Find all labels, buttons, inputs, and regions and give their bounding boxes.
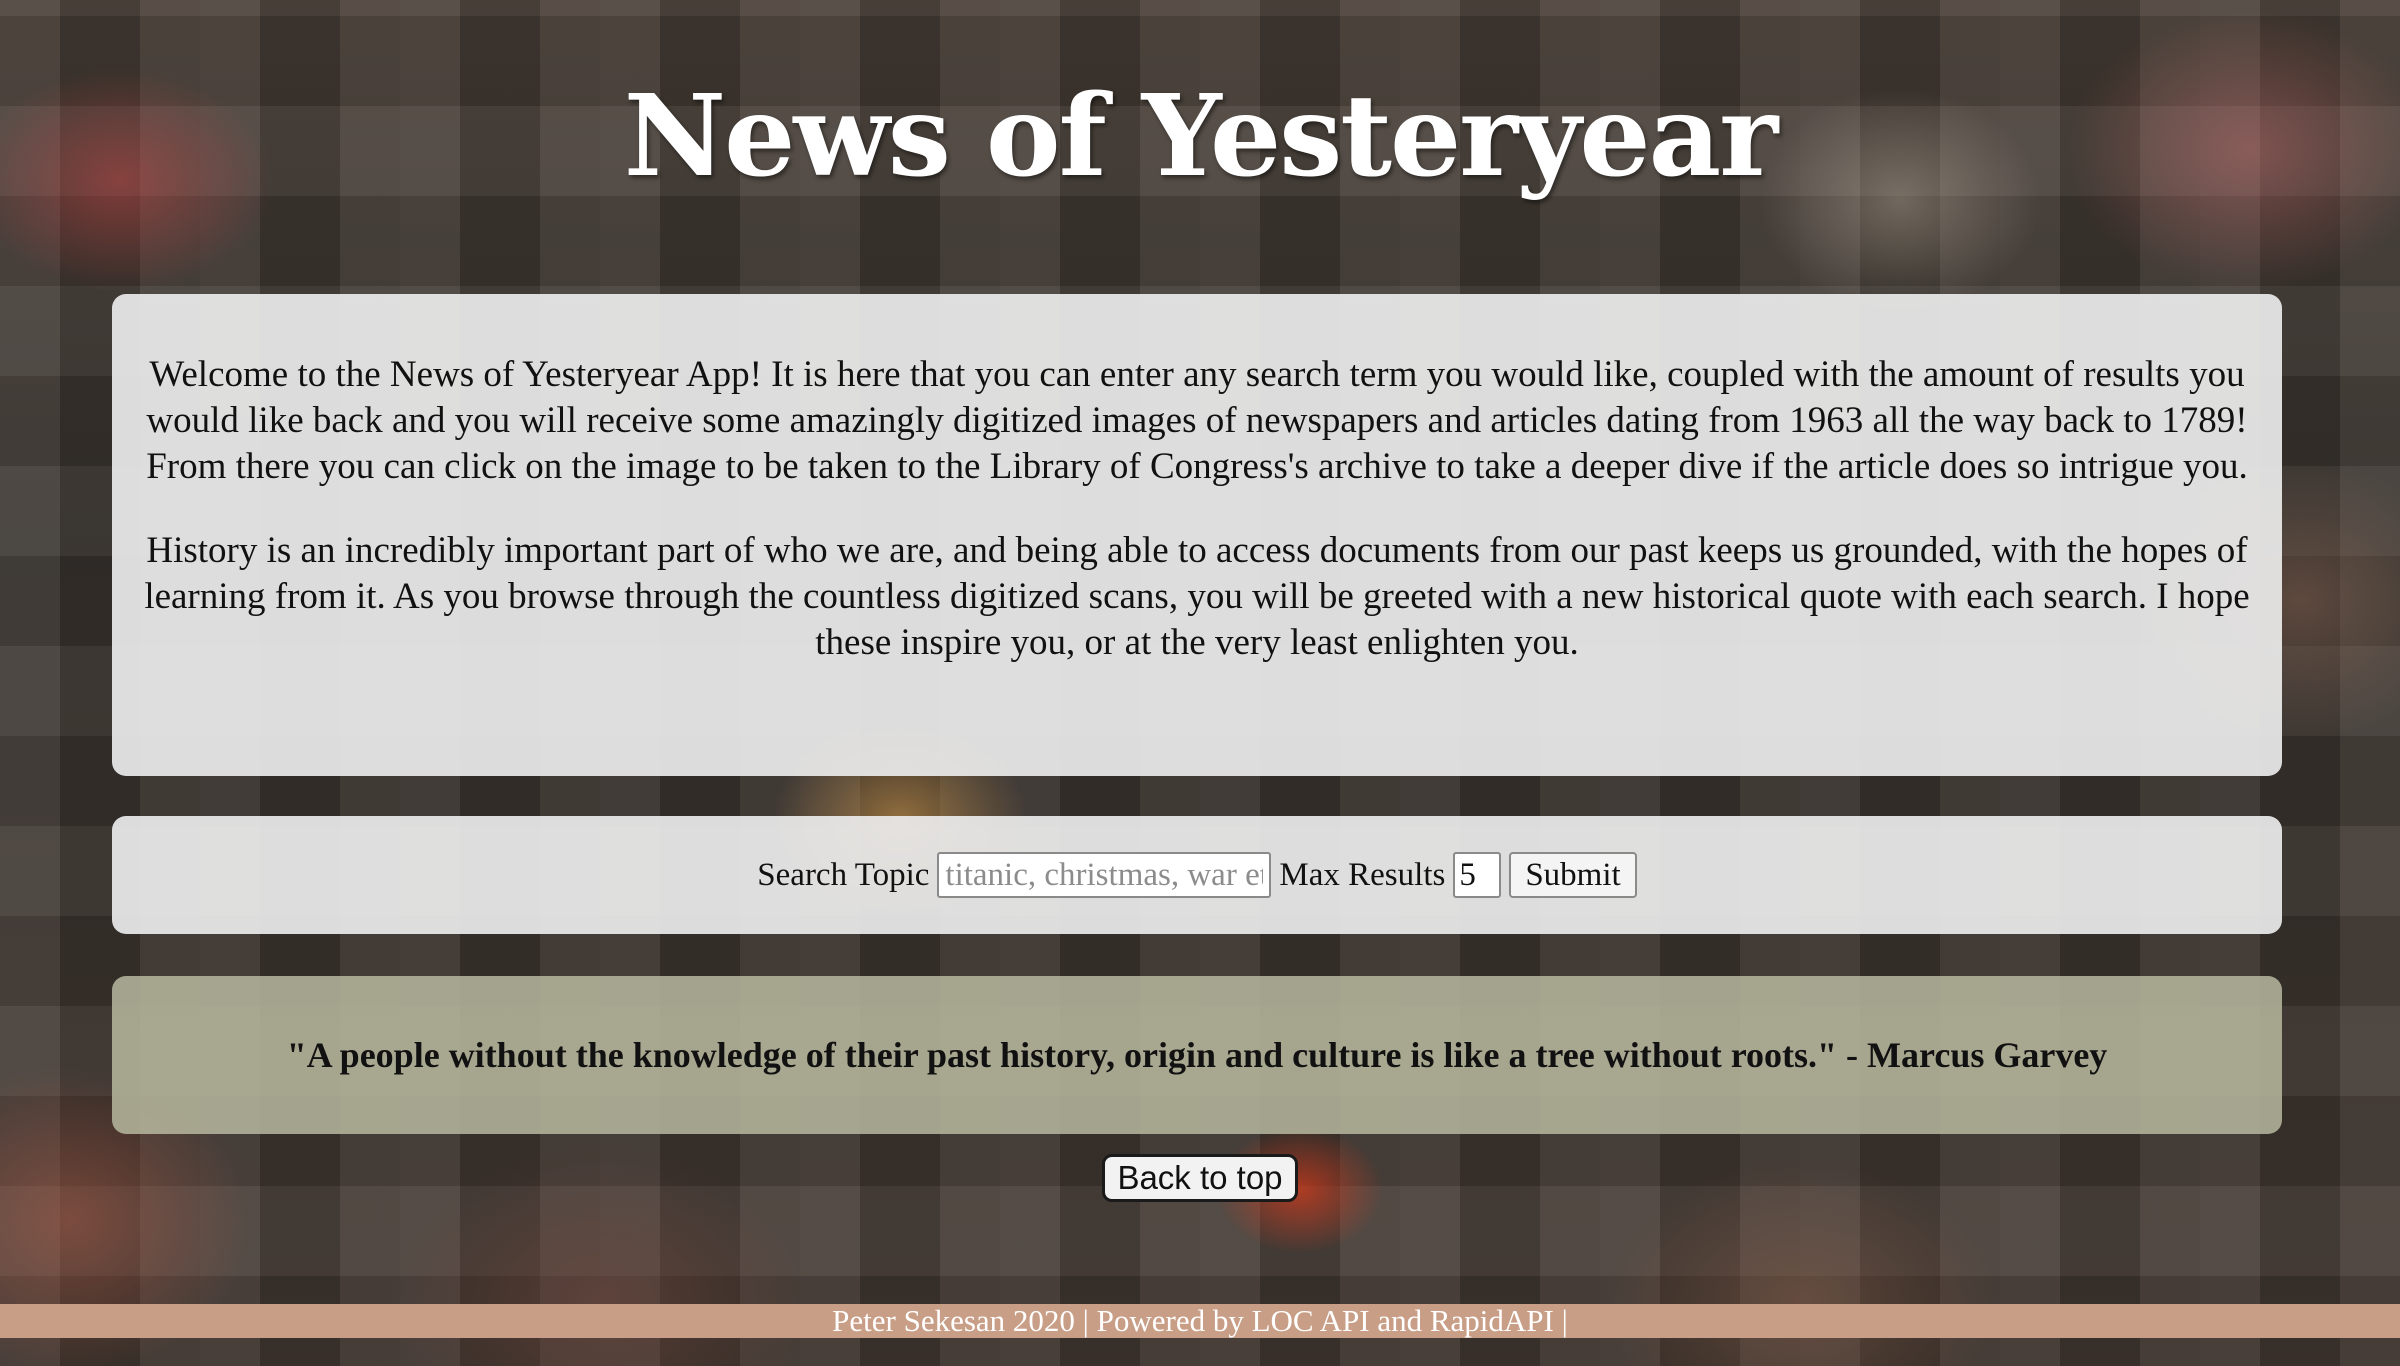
intro-paragraph-1: Welcome to the News of Yesteryear App! I… (146, 354, 2248, 487)
footer-text: Peter Sekesan 2020 | Powered by LOC API … (832, 1303, 1568, 1338)
submit-button[interactable]: Submit (1509, 852, 1637, 898)
search-form: Search Topic Max Results Submit (112, 816, 2282, 934)
search-topic-label: Search Topic (757, 856, 930, 893)
max-results-input[interactable] (1453, 852, 1502, 898)
page-title: News of Yesteryear (623, 71, 1778, 202)
historical-quote: "A people without the knowledge of their… (286, 1035, 2108, 1075)
max-results-label: Max Results (1279, 856, 1446, 893)
search-topic-input[interactable] (937, 852, 1272, 898)
intro-paragraph-2: History is an incredibly important part … (144, 530, 2250, 663)
page: News of Yesteryear Welcome to the News o… (0, 0, 2400, 1366)
quote-panel: "A people without the knowledge of their… (112, 976, 2282, 1134)
footer: Peter Sekesan 2020 | Powered by LOC API … (0, 1304, 2400, 1338)
back-to-top-button[interactable]: Back to top (1102, 1154, 1298, 1202)
back-to-top-container: Back to top (0, 1154, 2400, 1202)
intro-panel: Welcome to the News of Yesteryear App! I… (112, 294, 2282, 776)
